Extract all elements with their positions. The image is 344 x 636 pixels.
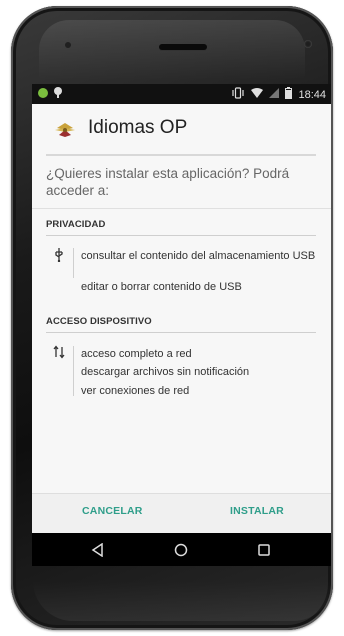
- permission-item: descargar archivos sin notificación: [81, 366, 250, 378]
- title-divider: [46, 154, 316, 156]
- android-notification-icon: [38, 87, 48, 98]
- back-icon[interactable]: [87, 539, 109, 561]
- cancel-button[interactable]: CANCELAR: [82, 505, 143, 517]
- status-time: 18:44: [298, 89, 326, 101]
- app-name: Idiomas OP: [88, 117, 188, 138]
- permission-group-bar: [73, 248, 74, 278]
- front-camera-icon: [304, 40, 312, 48]
- section-divider: [46, 332, 316, 333]
- battery-icon: [285, 87, 293, 103]
- proximity-sensor: [65, 42, 71, 48]
- app-logo-icon: [54, 122, 76, 138]
- phone-screen: 18:44 Idiomas OP ¿Quieres instalar esta …: [32, 84, 331, 566]
- section-label-acceso-dispositivo: ACCESO DISPOSITIVO: [46, 316, 152, 327]
- status-bar: 18:44: [32, 84, 331, 104]
- phone-reflection: [39, 20, 305, 80]
- dialog-title-row: Idiomas OP: [32, 104, 331, 154]
- recents-icon[interactable]: [253, 539, 275, 561]
- install-question: ¿Quieres instalar esta aplicación? Podrá…: [46, 166, 290, 198]
- permission-item: acceso completo a red: [81, 348, 192, 360]
- navigation-bar: [32, 533, 331, 566]
- install-dialog: Idiomas OP ¿Quieres instalar esta aplica…: [32, 104, 331, 493]
- permission-item: consultar el contenido del almacenamient…: [81, 250, 316, 262]
- wifi-icon: [251, 87, 264, 103]
- phone-bottom-reflection: [33, 581, 333, 621]
- permission-group-bar: [73, 346, 74, 396]
- section-label-privacidad: PRIVACIDAD: [46, 219, 106, 230]
- question-divider: [32, 208, 331, 209]
- location-pin-icon: [54, 87, 62, 98]
- signal-icon: [269, 87, 280, 103]
- section-divider: [46, 235, 316, 236]
- vibrate-icon: [231, 87, 245, 103]
- earpiece-speaker: [159, 44, 207, 50]
- permission-item: editar o borrar contenido de USB: [81, 281, 242, 293]
- usb-icon: [53, 248, 65, 265]
- network-arrows-icon: [53, 345, 65, 362]
- install-button[interactable]: INSTALAR: [230, 505, 284, 517]
- permission-item: ver conexiones de red: [81, 385, 190, 397]
- home-icon[interactable]: [170, 539, 192, 561]
- dialog-button-bar: CANCELAR INSTALAR: [32, 493, 331, 534]
